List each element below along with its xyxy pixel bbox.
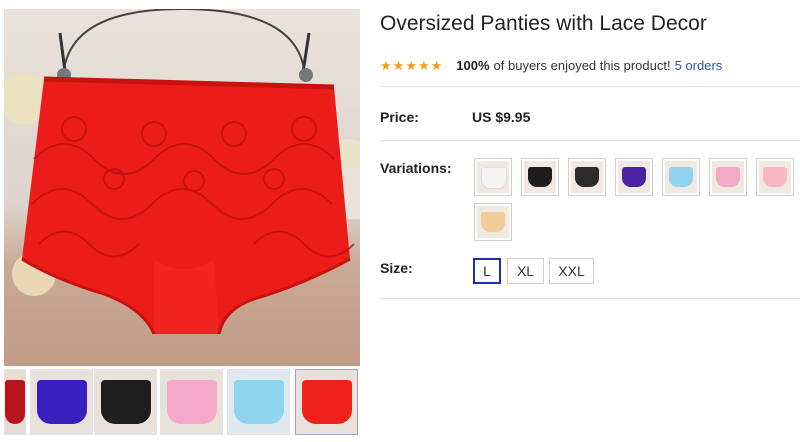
thumbnail-2[interactable] [94, 369, 157, 435]
thumbnail-swatch [167, 380, 217, 424]
thumbnail-swatch [5, 380, 25, 424]
variation-swatch-purple[interactable] [615, 158, 653, 196]
divider [380, 298, 800, 299]
thumbnail-4[interactable] [227, 369, 290, 435]
price-label: Price: [380, 109, 419, 125]
star-icon: ★ [405, 57, 417, 73]
thumbnail-swatch [302, 380, 352, 424]
variations-label: Variations: [380, 160, 452, 176]
star-icon: ★ [392, 57, 405, 73]
product-title: Oversized Panties with Lace Decor [380, 12, 707, 35]
size-option-xxl[interactable]: XXL [549, 258, 594, 284]
variation-swatch-light-pink[interactable] [756, 158, 794, 196]
orders-link[interactable]: 5 orders [675, 58, 723, 73]
swatch-color [528, 167, 552, 187]
thumbnail-swatch [234, 380, 284, 424]
main-product-image[interactable] [4, 9, 360, 366]
thumbnail-1[interactable] [30, 369, 93, 435]
size-option-xl[interactable]: XL [507, 258, 544, 284]
variation-swatch-beige[interactable] [474, 203, 512, 241]
thumbnail-5-active[interactable] [295, 369, 358, 435]
star-rating: ★ ★ ★ ★ ★ [380, 59, 442, 72]
thumbnail-3[interactable] [160, 369, 223, 435]
thumbnail-swatch [37, 380, 87, 424]
swatch-color [481, 212, 505, 232]
variation-swatch-black[interactable] [521, 158, 559, 196]
swatch-color [763, 167, 787, 187]
size-label: Size: [380, 260, 413, 276]
star-icon: ★ [417, 57, 430, 73]
price-value: US $9.95 [472, 109, 531, 125]
red-lace-panties-illustration [4, 9, 360, 335]
swatch-color [669, 167, 693, 187]
swatch-color [622, 167, 646, 187]
thumbnail-swatch [101, 380, 151, 424]
thumbnail-strip [4, 369, 360, 435]
star-icon: ★ [430, 57, 443, 73]
variation-swatch-pink[interactable] [709, 158, 747, 196]
rating-text: of buyers enjoyed this product! [493, 57, 671, 73]
variation-swatch-white[interactable] [474, 158, 512, 196]
rating-row: ★ ★ ★ ★ ★ 100% of buyers enjoyed this pr… [380, 56, 722, 74]
swatch-color [575, 167, 599, 187]
variation-swatch-light-blue[interactable] [662, 158, 700, 196]
star-icon: ★ [380, 57, 392, 73]
variation-swatch-black-lace[interactable] [568, 158, 606, 196]
rating-percent: 100% [456, 57, 490, 73]
swatch-color [716, 167, 740, 187]
size-option-l[interactable]: L [473, 258, 501, 284]
thumbnail-0[interactable] [4, 369, 26, 435]
divider [380, 140, 800, 141]
divider [380, 86, 800, 87]
swatch-color [481, 167, 507, 189]
